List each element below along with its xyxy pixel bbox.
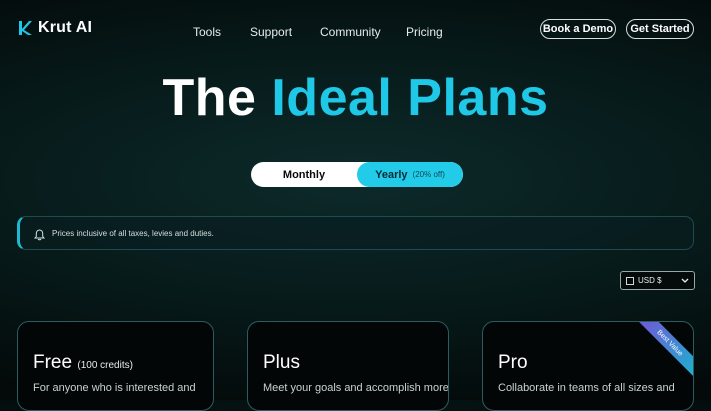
plan-name: Plus xyxy=(263,352,300,373)
tax-notice: Prices inclusive of all taxes, levies an… xyxy=(17,216,694,250)
discount-badge: (20% off) xyxy=(412,170,445,179)
tax-notice-text: Prices inclusive of all taxes, levies an… xyxy=(52,229,214,238)
best-value-ribbon: Best Value xyxy=(633,322,693,380)
plan-title: Pro xyxy=(498,352,528,374)
page-title-white: The xyxy=(162,69,257,127)
nav-link-support[interactable]: Support xyxy=(250,25,292,39)
plan-title: Plus xyxy=(263,352,300,374)
page-title: The Ideal Plans xyxy=(0,68,711,128)
currency-value: USD $ xyxy=(638,276,662,285)
plan-description: Meet your goals and accomplish more xyxy=(263,382,449,394)
billing-toggle: Monthly Yearly (20% off) xyxy=(251,162,463,187)
nav-link-tools[interactable]: Tools xyxy=(193,25,221,39)
plan-title: Free (100 credits) xyxy=(33,352,133,374)
plan-name: Pro xyxy=(498,352,528,373)
plan-card-free[interactable]: Free (100 credits) For anyone who is int… xyxy=(17,321,214,411)
get-started-button[interactable]: Get Started xyxy=(626,19,694,39)
book-demo-button[interactable]: Book a Demo xyxy=(540,19,616,39)
plan-description: For anyone who is interested and xyxy=(33,382,196,394)
nav-link-pricing[interactable]: Pricing xyxy=(406,25,443,39)
plan-credits: (100 credits) xyxy=(77,360,133,371)
monthly-option[interactable]: Monthly xyxy=(251,162,357,187)
plan-card-pro[interactable]: Best Value Pro Collaborate in teams of a… xyxy=(482,321,694,411)
chevron-down-icon xyxy=(681,277,689,286)
yearly-label: Yearly xyxy=(375,168,408,181)
currency-select[interactable]: USD $ xyxy=(620,271,695,290)
nav-link-community[interactable]: Community xyxy=(320,25,381,39)
page-title-accent: Ideal Plans xyxy=(271,69,549,127)
yearly-option[interactable]: Yearly (20% off) xyxy=(357,162,463,187)
flag-icon xyxy=(626,276,634,285)
plan-card-plus[interactable]: Plus Meet your goals and accomplish more xyxy=(247,321,449,411)
bell-icon xyxy=(33,228,46,241)
plan-name: Free xyxy=(33,352,73,373)
top-navbar: Krut AI Tools Support Community Pricing … xyxy=(0,0,711,62)
plan-description: Collaborate in teams of all sizes and xyxy=(498,382,675,394)
